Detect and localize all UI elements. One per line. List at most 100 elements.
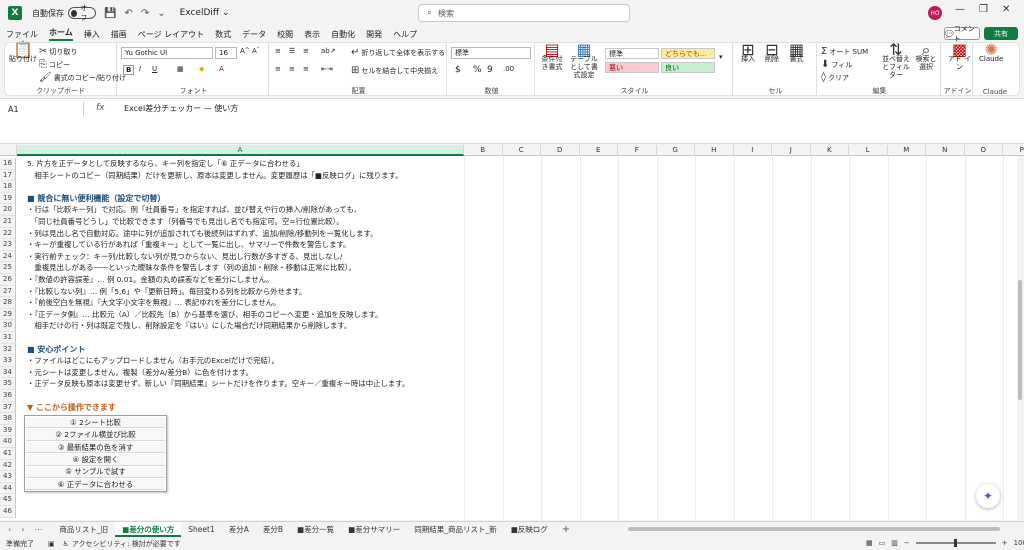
row-number[interactable]: 34 <box>0 366 16 379</box>
zoom-out-icon[interactable]: − <box>904 539 910 547</box>
font-name-select[interactable]: Yu Gothic UI <box>121 47 213 59</box>
macro-record-icon[interactable]: ▣ <box>48 540 55 548</box>
redo-icon[interactable]: ↷ <box>141 8 149 19</box>
row-number[interactable]: 33 <box>0 355 16 367</box>
decrease-font-icon[interactable]: Aˇ <box>252 47 260 55</box>
vertical-scroll-thumb[interactable] <box>1018 280 1022 400</box>
column-header-f[interactable]: F <box>618 145 657 156</box>
column-header-i[interactable]: I <box>734 145 772 156</box>
ribbon-tab[interactable]: ヘルプ <box>393 29 417 40</box>
ribbon-tab[interactable]: 校閲 <box>277 29 293 40</box>
column-header-l[interactable]: L <box>849 145 888 156</box>
decimal-icon[interactable]: .00 <box>503 65 514 73</box>
undo-icon[interactable]: ↶ <box>124 8 132 19</box>
row-number[interactable]: 42 <box>0 459 16 472</box>
row-number[interactable]: 27 <box>0 285 16 298</box>
insert-function-button[interactable]: fx <box>96 103 105 113</box>
ribbon-tab[interactable]: データ <box>242 29 266 40</box>
add-sheet-icon[interactable]: + <box>555 522 577 537</box>
zoom-slider-knob[interactable] <box>953 539 957 547</box>
claude-button[interactable]: ✺ Claude <box>979 42 1003 64</box>
avatar[interactable]: HO <box>928 6 942 20</box>
autosave-toggle[interactable]: オフ <box>68 4 96 22</box>
cell-text[interactable]: ・行は「比較キー列」で対応。例「社員番号」を指定すれば、並び替えや行の挿入/削除… <box>27 204 361 216</box>
row-number[interactable]: 25 <box>0 262 16 274</box>
column-header-g[interactable]: G <box>657 145 695 156</box>
row-number[interactable]: 24 <box>0 250 16 263</box>
column-header-b[interactable]: B <box>464 145 503 156</box>
action-button-5[interactable]: ⑤ サンプルで試す <box>26 466 165 478</box>
sheet-tab[interactable]: ■差分一覧 <box>290 522 341 537</box>
autosum-button[interactable]: Σ オート SUM <box>821 46 868 57</box>
find-select-button[interactable]: ⌕ 検索と選択 <box>913 42 939 72</box>
cell-text[interactable]: ・『数値の許容誤差』… 例 0.01。金額の丸め誤差などを差分にしません。 <box>27 274 273 286</box>
row-number[interactable]: 32 <box>0 343 16 356</box>
action-button-4[interactable]: ④ 設定を開く <box>26 454 165 466</box>
ribbon-tab[interactable]: 表示 <box>304 29 320 40</box>
row-number[interactable]: 28 <box>0 297 16 309</box>
formula-input[interactable]: Excel差分チェッカー ― 使い方 <box>124 103 238 114</box>
format-cells-button[interactable]: ▦ 書式 <box>789 42 804 64</box>
sheet-tab[interactable]: Sheet1 <box>181 522 221 537</box>
ribbon-tab[interactable]: 描画 <box>111 29 127 40</box>
cell-text[interactable]: ・元シートは変更しません。複製（差分A/差分B）に色を付けます。 <box>27 367 253 379</box>
clear-button[interactable]: ◊ クリア <box>821 72 849 83</box>
action-button-1[interactable]: ① 2シート比較 <box>26 417 165 429</box>
column-header-p[interactable]: P <box>1003 145 1024 156</box>
bold-button[interactable]: B <box>123 65 135 75</box>
row-number[interactable]: 20 <box>0 204 16 216</box>
ribbon-tab[interactable]: 自動化 <box>331 29 355 40</box>
underline-button[interactable]: U <box>152 65 157 73</box>
action-button-2[interactable]: ② 2ファイル横並び比較 <box>26 429 165 441</box>
align-bottom-icon[interactable]: ≡ <box>303 47 309 55</box>
orientation-icon[interactable]: ab↗ <box>321 47 336 55</box>
column-header-d[interactable]: D <box>541 145 580 156</box>
row-number[interactable]: 44 <box>0 482 16 495</box>
zoom-slider[interactable] <box>915 539 996 547</box>
copilot-icon[interactable]: ✦ <box>976 484 1000 508</box>
zoom-level[interactable]: 100% <box>1014 539 1024 547</box>
number-format-select[interactable]: 標準 <box>451 47 531 59</box>
row-number[interactable]: 31 <box>0 332 16 344</box>
styles-more-icon[interactable]: ▾ <box>719 53 723 61</box>
sort-filter-button[interactable]: ⇅ 並べ替えとフィルター <box>881 42 911 80</box>
minimize-icon[interactable]: — <box>955 4 965 15</box>
style-normal[interactable]: 標準 <box>605 48 659 59</box>
percent-button[interactable]: % <box>473 65 482 75</box>
prev-sheet-icon[interactable]: ‹ <box>8 525 11 534</box>
row-number[interactable]: 43 <box>0 471 16 483</box>
customize-qat-icon[interactable]: ⌄ <box>157 8 165 19</box>
style-neutral[interactable]: どちらでも... <box>661 48 715 59</box>
row-number[interactable]: 26 <box>0 274 16 286</box>
conditional-format-button[interactable]: ▤ 条件付き書式 <box>539 42 565 72</box>
column-header-m[interactable]: M <box>888 145 926 156</box>
align-middle-icon[interactable]: ☰ <box>289 47 295 55</box>
align-center-icon[interactable]: ≡ <box>289 65 295 73</box>
cell-text[interactable]: ・キーが重複している行があれば「重複キー」として一覧に出し、サマリーで件数を警告… <box>27 239 351 251</box>
row-number[interactable]: 41 <box>0 448 16 460</box>
cell-text[interactable]: ・『比較しない列』… 例「5,6」や「更新日時」。毎回変わる列を比較から外せます… <box>27 286 306 298</box>
column-header-j[interactable]: J <box>772 145 811 156</box>
row-number[interactable]: 39 <box>0 424 16 437</box>
ribbon-tab[interactable]: 挿入 <box>84 29 100 40</box>
select-all-corner[interactable] <box>0 145 17 156</box>
row-number[interactable]: 37 <box>0 401 16 414</box>
addins-button[interactable]: ▩ アド イン <box>947 42 972 72</box>
format-as-table-button[interactable]: ▦ テーブルとして書式設定 <box>567 42 601 80</box>
page-layout-icon[interactable]: ▭ <box>879 539 886 547</box>
column-header-e[interactable]: E <box>580 145 618 156</box>
cell-text[interactable]: 相手シートのコピー（同期結果）だけを更新し、原本は変更しません。変更履歴は「■反… <box>27 170 402 182</box>
cell-text[interactable]: ■ 安心ポイント <box>27 344 85 356</box>
align-top-icon[interactable]: ≡ <box>275 47 281 55</box>
cell-text[interactable]: ■ 競合に無い便利機能（設定で切替） <box>27 193 165 205</box>
row-number[interactable]: 40 <box>0 436 16 448</box>
style-good[interactable]: 良い <box>661 62 715 73</box>
paste-button[interactable]: 📋 貼り付け <box>9 42 37 64</box>
row-number[interactable]: 17 <box>0 169 16 182</box>
document-title[interactable]: ExcelDiff ⌄ <box>180 8 230 18</box>
insert-cells-button[interactable]: ⊞ 挿入 <box>741 42 755 64</box>
save-icon[interactable]: 💾 <box>104 8 116 19</box>
row-number[interactable]: 35 <box>0 378 16 390</box>
sheet-tab[interactable]: 同期結果_商品リスト_新 <box>407 522 504 537</box>
ribbon-tab[interactable]: ページ レイアウト <box>138 29 204 40</box>
